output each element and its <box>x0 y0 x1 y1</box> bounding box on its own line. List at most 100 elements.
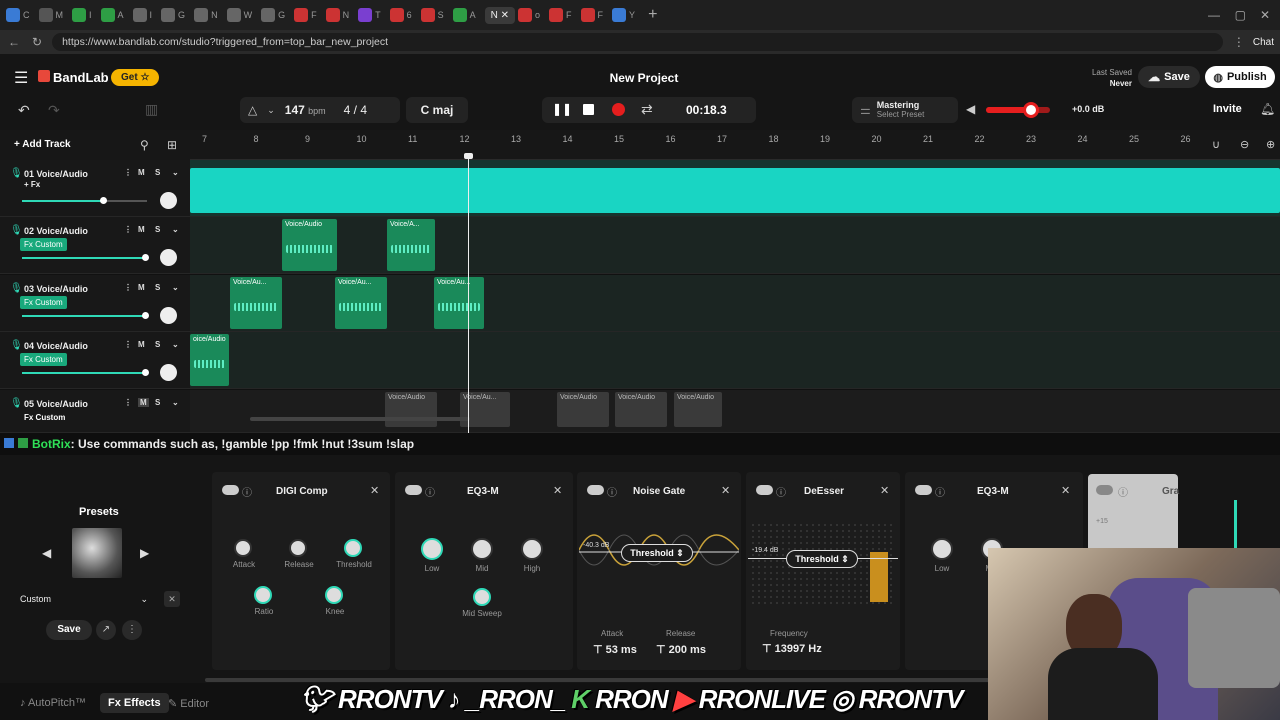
info-icon[interactable]: ⓘ <box>776 484 786 499</box>
audio-clip[interactable]: Voice/Audio <box>385 392 437 427</box>
tab-effects[interactable]: Fx Effects <box>100 693 169 713</box>
horizontal-scrollbar[interactable] <box>250 417 470 421</box>
track-name[interactable]: 04 Voice/Audio <box>24 341 88 351</box>
tab-favicon[interactable] <box>100 8 115 22</box>
tab-favicon[interactable] <box>38 8 53 22</box>
track-lane-4[interactable]: oice/Audio <box>190 332 1280 389</box>
redo-icon[interactable]: ↷ <box>48 102 60 119</box>
fx-badge[interactable]: Fx Custom <box>20 296 67 309</box>
tab-favicon[interactable] <box>389 8 404 22</box>
low-knob[interactable] <box>421 538 443 560</box>
track-volume-slider[interactable] <box>22 254 149 261</box>
pause-icon[interactable]: ❚❚ <box>552 102 572 116</box>
track-volume-slider[interactable] <box>22 197 147 204</box>
close-icon[interactable]: ✕ <box>880 484 889 497</box>
track-volume-slider[interactable] <box>22 369 149 376</box>
scroll-indicator[interactable] <box>1234 500 1237 550</box>
master-volume-slider[interactable] <box>986 102 1050 118</box>
tab-favicon[interactable] <box>261 8 276 22</box>
stop-icon[interactable] <box>583 104 594 115</box>
reset-preset-icon[interactable]: ✕ <box>164 591 180 607</box>
track-name[interactable]: 05 Voice/Audio <box>24 399 88 409</box>
zoom-out-icon[interactable]: ⊖ <box>1240 138 1249 151</box>
track-volume-slider[interactable] <box>22 312 149 319</box>
close-icon[interactable]: ✕ <box>553 484 562 497</box>
timeline-ruler[interactable]: 7 8 9 10 11 12 13 14 15 16 17 18 19 20 21 22 23 24 25 26 <box>190 130 1280 160</box>
tab-favicon[interactable] <box>226 8 241 22</box>
undo-icon[interactable]: ↶ <box>18 102 30 119</box>
track-volume-thumb[interactable] <box>141 254 149 261</box>
mute-button[interactable]: M <box>138 225 145 234</box>
track-volume-thumb[interactable] <box>100 197 108 204</box>
pan-knob[interactable] <box>160 364 177 381</box>
release-knob[interactable] <box>289 539 307 557</box>
tab-favicon[interactable] <box>6 8 20 22</box>
mute-button[interactable]: M <box>138 283 145 292</box>
mid-sweep-knob[interactable] <box>473 588 491 606</box>
metronome-icon[interactable]: △ <box>248 103 257 117</box>
tab-favicon[interactable] <box>161 8 176 22</box>
chevron-down-icon[interactable]: ⌄ <box>172 168 179 177</box>
audio-clip[interactable]: Voice/Audio <box>674 392 722 427</box>
track-header[interactable]: 🎙︎ 01 Voice/Audio + Fx ⋮ M S ⌄ <box>0 160 190 217</box>
previous-preset-icon[interactable]: ◀ <box>42 546 51 560</box>
url-input[interactable]: https://www.bandlab.com/studio?triggered… <box>52 33 1223 51</box>
mixer-icon[interactable]: ▥ <box>145 101 158 118</box>
high-knob[interactable] <box>521 538 543 560</box>
chevron-down-icon[interactable]: ⌄ <box>267 105 275 116</box>
reload-icon[interactable]: ↻ <box>32 35 42 49</box>
effect-toggle[interactable] <box>1096 485 1113 495</box>
tab-favicon[interactable] <box>580 8 595 22</box>
more-icon[interactable]: ⋮ <box>124 283 132 292</box>
get-button[interactable]: Get ☆ <box>111 69 160 86</box>
close-icon[interactable]: ✕ <box>370 484 379 497</box>
notification-bell-icon[interactable]: 🔔︎ <box>1260 102 1275 116</box>
close-icon[interactable]: ✕ <box>721 484 730 497</box>
tab-favicon[interactable] <box>549 8 564 22</box>
audio-clip[interactable]: Voice/Audio <box>615 392 667 427</box>
track-header[interactable]: 🎙︎ 05 Voice/Audio Fx Custom ⋮ M S ⌄ <box>0 390 190 433</box>
chat-button[interactable]: Chat <box>1253 37 1274 48</box>
track-name[interactable]: 03 Voice/Audio <box>24 284 88 294</box>
tab-favicon[interactable] <box>612 8 627 22</box>
audio-clip[interactable]: Voice/Audio <box>282 219 337 271</box>
save-preset-button[interactable]: Save <box>46 620 92 640</box>
next-preset-icon[interactable]: ▶ <box>140 546 149 560</box>
info-icon[interactable]: ⓘ <box>1118 484 1128 499</box>
effect-toggle[interactable] <box>756 485 773 495</box>
mid-knob[interactable] <box>471 538 493 560</box>
audio-clip[interactable]: Voice/Audio <box>557 392 609 427</box>
more-icon[interactable]: ⋮ <box>124 398 132 407</box>
audio-clip[interactable]: oice/Audio <box>190 334 229 386</box>
new-tab-icon[interactable]: + <box>648 6 657 24</box>
more-icon[interactable]: ⋮ <box>124 225 132 234</box>
effect-toggle[interactable] <box>915 485 932 495</box>
audio-clip[interactable]: Voice/Au... <box>434 277 484 329</box>
attack-value[interactable]: ⊤ 53 ms <box>593 643 637 656</box>
threshold-control[interactable]: Threshold ⇕ <box>786 550 858 568</box>
close-window-icon[interactable]: ✕ <box>1260 8 1270 22</box>
track-lane-2[interactable]: Voice/Audio Voice/A... <box>190 217 1280 274</box>
info-icon[interactable]: ⓘ <box>242 484 252 499</box>
threshold-control[interactable]: Threshold ⇕ <box>621 544 693 562</box>
add-track-button[interactable]: + Add Track <box>14 139 71 150</box>
track-lane-3[interactable]: Voice/Au... Voice/Au... Voice/Au... <box>190 275 1280 332</box>
loop-icon[interactable]: ⇄ <box>641 101 653 118</box>
tab-favicon[interactable] <box>72 8 86 22</box>
effect-toggle[interactable] <box>405 485 422 495</box>
solo-button[interactable]: S <box>155 340 160 349</box>
threshold-knob[interactable] <box>344 539 362 557</box>
zoom-in-icon[interactable]: ⊕ <box>1266 138 1275 151</box>
tab-editor[interactable]: ✎ Editor <box>168 697 209 710</box>
more-icon[interactable]: ⋮ <box>124 168 132 177</box>
track-name[interactable]: 01 Voice/Audio <box>24 169 88 179</box>
tab-favicon[interactable] <box>358 8 373 22</box>
tab-favicon[interactable] <box>420 8 435 22</box>
audio-clip[interactable] <box>190 168 1280 213</box>
preset-select[interactable]: Custom ⌄ <box>14 589 154 609</box>
effect-toggle[interactable] <box>587 485 604 495</box>
chevron-down-icon[interactable]: ⌄ <box>172 283 179 292</box>
mute-button[interactable]: M <box>138 398 149 407</box>
snap-icon[interactable]: ∪ <box>1212 138 1220 151</box>
project-title[interactable]: New Project <box>580 71 708 85</box>
